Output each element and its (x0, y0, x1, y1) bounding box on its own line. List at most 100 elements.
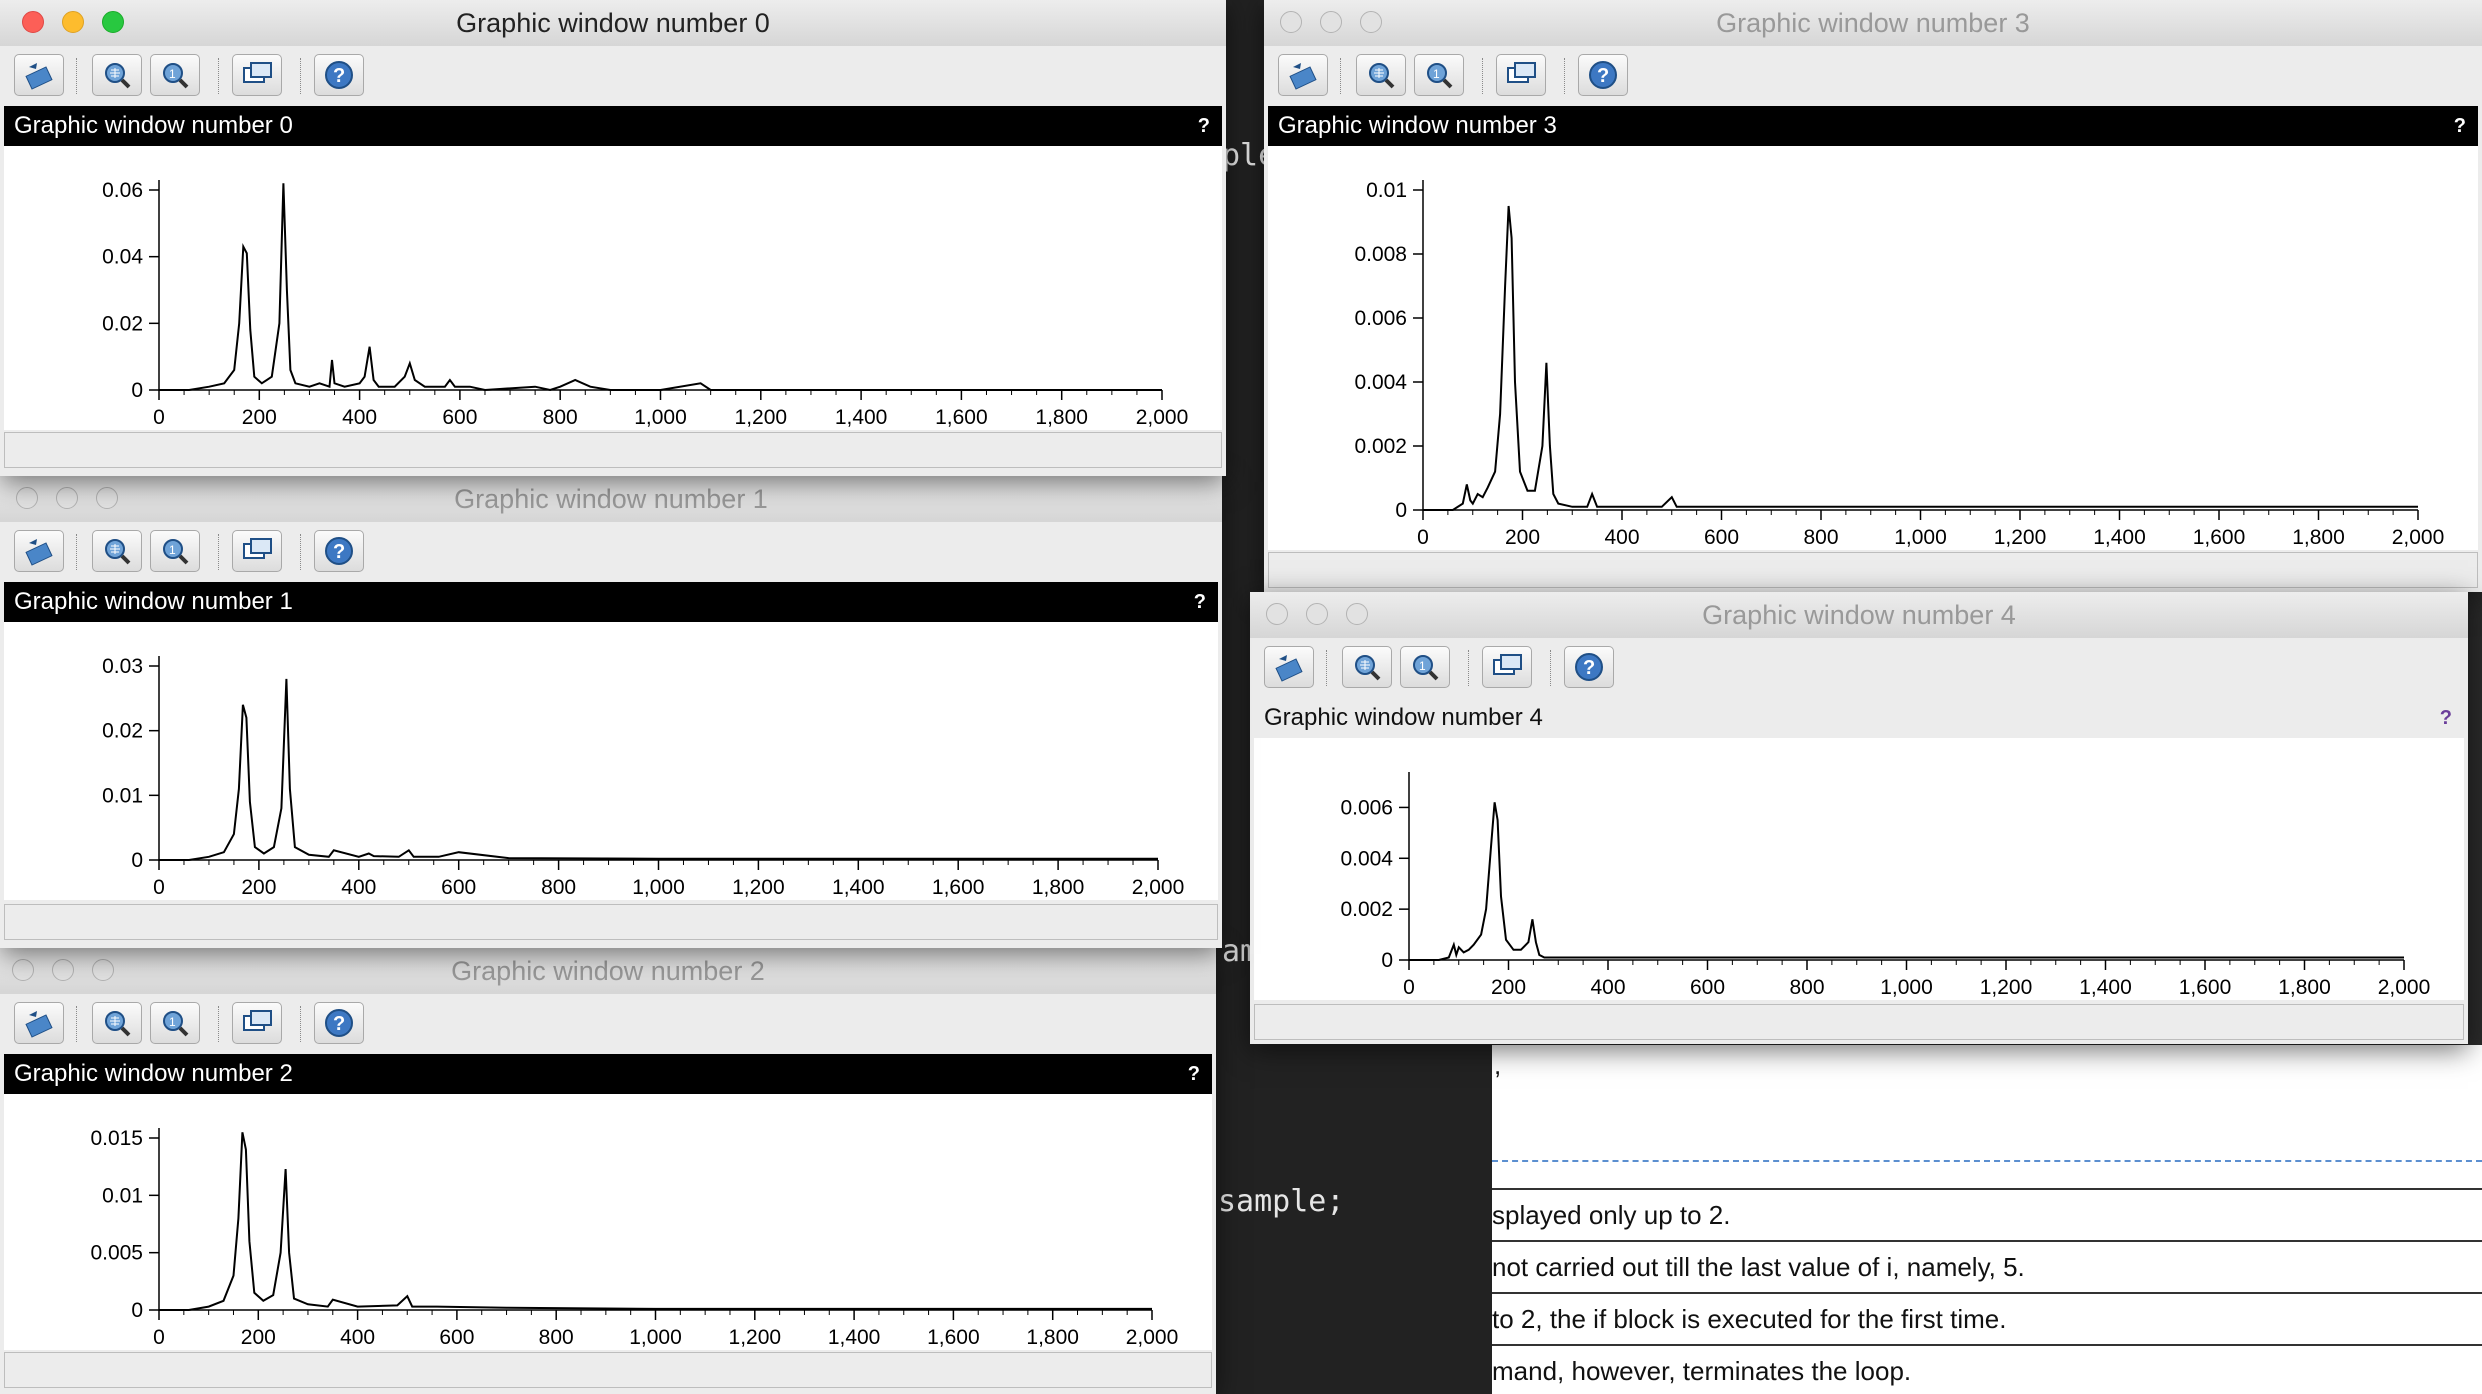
document-dashed-divider (1492, 1160, 2482, 1162)
toolbar-separator (1564, 58, 1565, 94)
dock-button[interactable] (232, 1002, 282, 1044)
zoom-icon (1355, 655, 1381, 681)
svg-text:?: ? (333, 65, 345, 87)
dock-title: Graphic window number 0 (14, 112, 293, 139)
plot-area[interactable]: 0 0.02 0.04 0.06 0 200 400 600 800 1,000 1,200 1,40… (4, 146, 1222, 430)
window-titlebar[interactable]: Graphic window number 2 (0, 948, 1216, 995)
window-titlebar[interactable]: Graphic window number 0 (0, 0, 1226, 47)
x-tick-label: 0 (1417, 526, 1429, 549)
x-tick-label: 400 (340, 1326, 375, 1349)
unzoom-icon: 1 (1413, 655, 1439, 681)
window-titlebar[interactable]: Graphic window number 1 (0, 476, 1222, 523)
help-icon: ? (1575, 653, 1603, 681)
toolbar-separator (76, 534, 77, 570)
window-titlebar[interactable]: Graphic window number 4 (1250, 592, 2468, 639)
rotate-button[interactable] (14, 1002, 64, 1044)
x-tick-label: 1,000 (629, 1326, 682, 1349)
unzoom-button[interactable]: 1 (150, 530, 200, 572)
y-tick-label: 0 (131, 1299, 143, 1322)
dock-bar: Graphic window number 3 ? (1268, 106, 2478, 146)
zoom-button[interactable] (1342, 646, 1392, 688)
dock-bar: Graphic window number 2 ? (4, 1054, 1212, 1094)
zoom-button[interactable] (92, 530, 142, 572)
dock-title: Graphic window number 1 (14, 588, 293, 615)
zoom-button[interactable] (92, 54, 142, 96)
unzoom-button[interactable]: 1 (1414, 54, 1464, 96)
help-button[interactable]: ? (314, 530, 364, 572)
dock-help-icon[interactable]: ? (2440, 698, 2452, 738)
plot-area[interactable]: 0 0.005 0.01 0.015 0 200 400 600 800 1,000 1,200 1,… (4, 1094, 1212, 1350)
toolbar-separator (76, 58, 77, 94)
window-title: Graphic window number 4 (1702, 600, 2016, 630)
rotate-icon (25, 539, 53, 566)
x-tick-label: 200 (242, 406, 277, 429)
plot-svg: 0 0.002 0.004 0.006 0.008 0.01 0 200 400 600 800 1,… (1354, 179, 2444, 549)
unzoom-button[interactable]: 1 (150, 54, 200, 96)
x-tick-label: 1,800 (1035, 406, 1088, 429)
rotate-button[interactable] (14, 54, 64, 96)
x-tick-label: 1,600 (935, 406, 988, 429)
dock-help-icon[interactable]: ? (1188, 1054, 1200, 1094)
dock-icon (1493, 654, 1522, 675)
graphic-window-2[interactable]: Graphic window number 2 1? Graphic windo… (0, 948, 1216, 1394)
x-tick-label: 200 (1491, 976, 1526, 999)
y-tick-label: 0.006 (1354, 307, 1407, 330)
svg-text:1: 1 (169, 1015, 176, 1029)
toolbar-separator (1340, 58, 1341, 94)
graphic-window-3[interactable]: Graphic window number 3 1? Graphic windo… (1264, 0, 2482, 592)
plot-area[interactable]: 0 0.002 0.004 0.006 0.008 0.01 0 200 400 600 800 1,… (1268, 146, 2478, 550)
help-icon: ? (325, 537, 353, 565)
y-tick-label: 0.015 (90, 1127, 143, 1150)
zoom-button[interactable] (92, 1002, 142, 1044)
help-button[interactable]: ? (1564, 646, 1614, 688)
dock-button[interactable] (232, 530, 282, 572)
dock-button[interactable] (1496, 54, 1546, 96)
x-tick-label: 0 (153, 876, 165, 899)
help-button[interactable]: ? (314, 54, 364, 96)
x-tick-label: 1,400 (2079, 976, 2132, 999)
rotate-button[interactable] (14, 530, 64, 572)
dock-button[interactable] (1482, 646, 1532, 688)
toolbar-separator (1482, 58, 1483, 94)
x-tick-label: 200 (1505, 526, 1540, 549)
dock-bar: Graphic window number 0 ? (4, 106, 1222, 146)
x-tick-label: 1,200 (1994, 526, 2047, 549)
plot-area[interactable]: 0 0.002 0.004 0.006 0 200 400 600 800 1,000 1,200 1… (1254, 738, 2464, 1000)
dock-help-icon[interactable]: ? (2454, 106, 2466, 146)
x-tick-label: 0 (153, 1326, 165, 1349)
x-tick-label: 600 (1690, 976, 1725, 999)
axes (158, 1128, 1152, 1311)
x-tick-label: 1,000 (1894, 526, 1947, 549)
dock-help-icon[interactable]: ? (1198, 106, 1210, 146)
help-button[interactable]: ? (314, 1002, 364, 1044)
y-tick-label: 0.01 (102, 784, 143, 807)
plot-svg: 0 0.002 0.004 0.006 0 200 400 600 800 1,000 1,200 1… (1340, 772, 2430, 999)
svg-text:?: ? (1597, 65, 1609, 87)
plot-area[interactable]: 0 0.01 0.02 0.03 0 200 400 600 800 1,000 1,200 1,40… (4, 622, 1218, 900)
y-tick-label: 0.002 (1354, 435, 1407, 458)
graphic-window-4[interactable]: Graphic window number 4 1? Graphic windo… (1250, 592, 2468, 1044)
rotate-button[interactable] (1264, 646, 1314, 688)
y-tick-label: 0.005 (90, 1242, 143, 1265)
dock-button[interactable] (232, 54, 282, 96)
window-titlebar[interactable]: Graphic window number 3 (1264, 0, 2482, 47)
x-tick-label: 600 (439, 1326, 474, 1349)
help-button[interactable]: ? (1578, 54, 1628, 96)
toolbar: 1? (0, 994, 1216, 1054)
y-tick-label: 0.04 (102, 246, 143, 269)
graphic-window-0[interactable]: Graphic window number 0 1? Graphic windo… (0, 0, 1226, 476)
dock-help-icon[interactable]: ? (1194, 582, 1206, 622)
zoom-button[interactable] (1356, 54, 1406, 96)
graphic-window-1[interactable]: Graphic window number 1 1? Graphic windo… (0, 476, 1222, 948)
rotate-button[interactable] (1278, 54, 1328, 96)
toolbar-separator (218, 1006, 219, 1042)
y-tick-label: 0.004 (1354, 371, 1407, 394)
status-bar (4, 1352, 1212, 1388)
x-tick-label: 1,600 (2193, 526, 2246, 549)
unzoom-button[interactable]: 1 (150, 1002, 200, 1044)
toolbar-separator (300, 1006, 301, 1042)
toolbar-separator (1550, 650, 1551, 686)
unzoom-button[interactable]: 1 (1400, 646, 1450, 688)
spectrum-line (159, 1132, 1152, 1311)
x-tick-label: 600 (441, 876, 476, 899)
